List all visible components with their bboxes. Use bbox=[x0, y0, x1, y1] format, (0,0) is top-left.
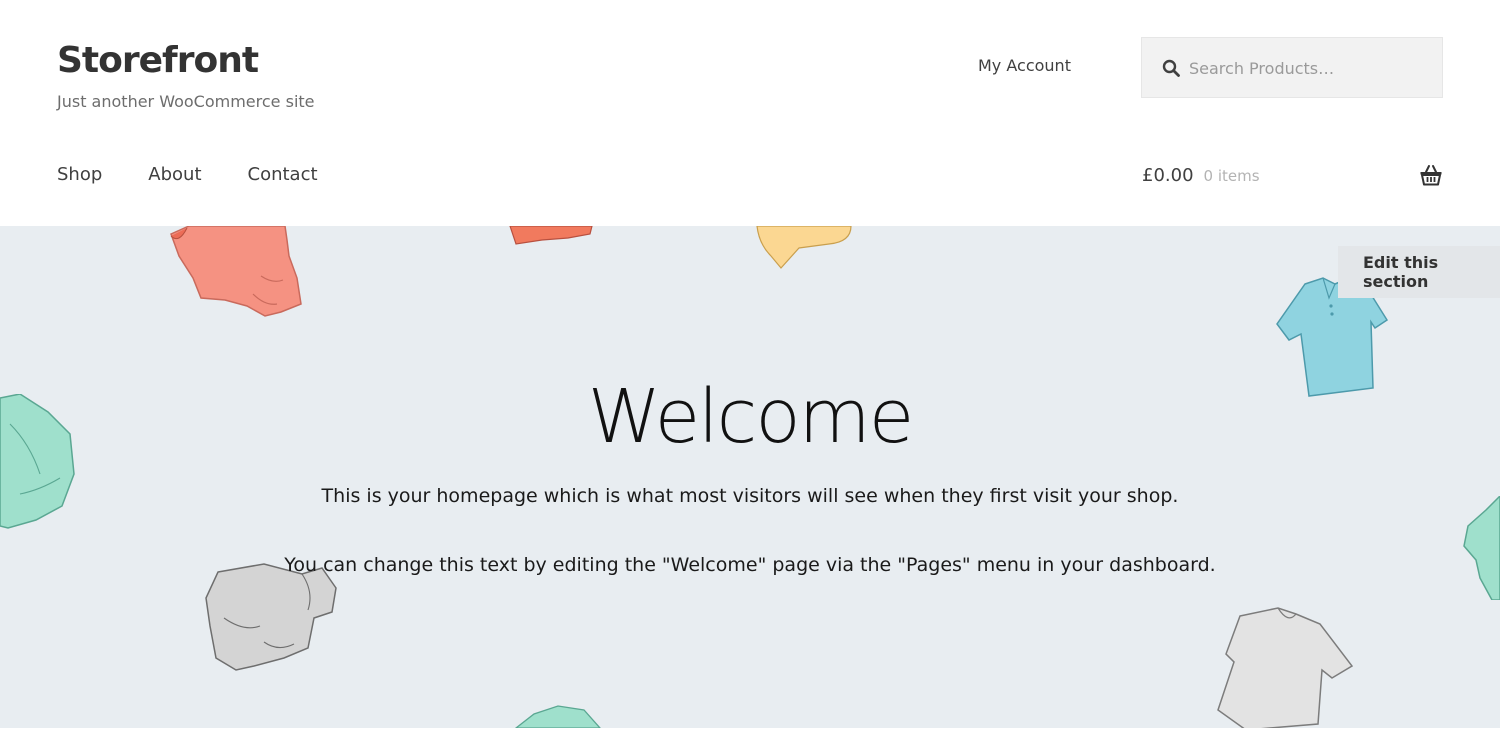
basket-icon[interactable] bbox=[1419, 163, 1443, 187]
welcome-heading: Welcome bbox=[587, 374, 915, 460]
cart-summary[interactable]: £0.00 0 items bbox=[1142, 165, 1260, 186]
site-title[interactable]: Storefront bbox=[57, 40, 259, 81]
welcome-paragraph-2: You can change this text by editing the … bbox=[284, 554, 1216, 576]
grey-tshirt-illustration bbox=[1217, 607, 1354, 728]
my-account-link[interactable]: My Account bbox=[978, 56, 1071, 75]
grey-hoodie-illustration bbox=[205, 563, 337, 671]
orange-garment-illustration bbox=[509, 226, 593, 245]
nav-item-shop[interactable]: Shop bbox=[57, 164, 102, 185]
green-shirt-illustration bbox=[1463, 496, 1500, 600]
page-bottom-edge bbox=[0, 728, 1500, 738]
welcome-hero: Welcome This is your homepage which is w… bbox=[0, 226, 1500, 728]
nav-item-contact[interactable]: Contact bbox=[248, 164, 318, 185]
nav-item-about[interactable]: About bbox=[148, 164, 201, 185]
search-input[interactable] bbox=[1189, 54, 1429, 82]
cart-count: 0 items bbox=[1203, 167, 1260, 185]
search-icon bbox=[1162, 59, 1180, 77]
yellow-garment-illustration bbox=[756, 226, 852, 269]
cart-amount: £0.00 bbox=[1142, 165, 1194, 186]
edit-section-button[interactable]: Edit this section bbox=[1338, 246, 1500, 298]
welcome-paragraph-1: This is your homepage which is what most… bbox=[321, 485, 1179, 507]
red-shirt-illustration bbox=[170, 226, 302, 317]
primary-navigation: Shop About Contact bbox=[57, 164, 318, 185]
site-header: Storefront Just another WooCommerce site… bbox=[0, 0, 1500, 226]
site-tagline: Just another WooCommerce site bbox=[57, 92, 315, 111]
product-search bbox=[1141, 37, 1443, 98]
green-garment-bottom-illustration bbox=[514, 705, 601, 728]
